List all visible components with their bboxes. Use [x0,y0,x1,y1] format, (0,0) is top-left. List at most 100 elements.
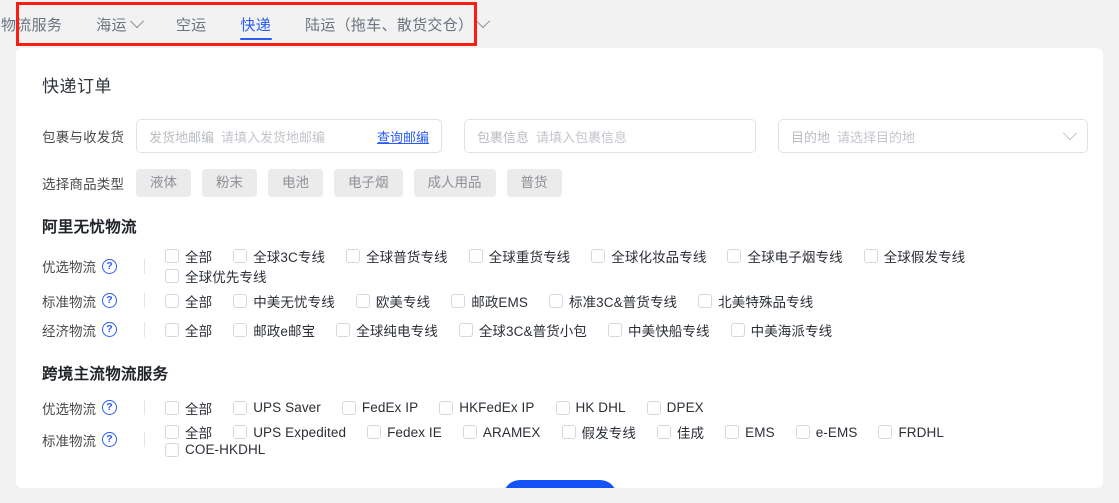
checkbox-box[interactable] [591,249,605,263]
checkbox-box[interactable] [165,269,179,283]
checkbox-option[interactable]: 全球假发专线 [864,246,966,266]
checkbox-label: ARAMEX [483,425,541,440]
checkbox-option[interactable]: 全球重货专线 [469,246,571,266]
checkbox-box[interactable] [165,443,179,457]
question-mark-icon[interactable]: ? [102,400,117,415]
checkbox-box[interactable] [165,323,179,337]
checkbox-option[interactable]: 全球优先专线 [165,266,267,286]
lookup-postcode-link[interactable]: 查询邮编 [377,127,429,146]
question-mark-icon[interactable]: ? [102,322,117,337]
checkbox-box[interactable] [796,425,810,439]
checkbox-option[interactable]: 邮政e邮宝 [233,320,315,340]
checkbox-option[interactable]: ARAMEX [463,425,541,440]
checkbox-box[interactable] [727,249,741,263]
checkbox-box[interactable] [367,425,381,439]
checkbox-box[interactable] [459,323,473,337]
checkbox-box[interactable] [556,401,570,415]
nav-tab-4[interactable]: 陆运（拖车、散货交仓） [288,0,505,48]
checkbox-box[interactable] [233,249,247,263]
checkbox-option[interactable]: 欧美专线 [356,291,430,311]
checkbox-option[interactable]: 邮政EMS [451,291,528,311]
checkbox-option[interactable]: 全球3C&普货小包 [459,320,587,340]
checkbox-box[interactable] [608,323,622,337]
checkbox-option[interactable]: HK DHL [556,400,626,415]
goods-type-chip[interactable]: 普货 [507,169,562,197]
checkbox-box[interactable] [731,323,745,337]
checkbox-option[interactable]: FedEx IP [342,400,418,415]
checkbox-option[interactable]: 北美特殊品专线 [698,291,813,311]
checkbox-box[interactable] [233,401,247,415]
checkbox-option[interactable]: FRDHL [878,425,944,440]
checkbox-box[interactable] [165,401,179,415]
checkbox-option[interactable]: 佳成 [657,422,704,442]
checkbox-option[interactable]: 全部 [165,246,212,266]
checkbox-option[interactable]: UPS Expedited [233,425,346,440]
checkbox-box[interactable] [165,249,179,263]
checkbox-option[interactable]: e-EMS [796,425,858,440]
checkbox-option[interactable]: Fedex IE [367,425,442,440]
checkbox-box[interactable] [346,249,360,263]
checkbox-option[interactable]: EMS [725,425,775,440]
checkbox-option[interactable]: DPEX [647,400,704,415]
nav-tab-3[interactable]: 快递 [223,0,288,48]
checkbox-option[interactable]: 全球纯电专线 [336,320,438,340]
checkbox-option[interactable]: 全球3C专线 [233,246,325,266]
checkbox-option[interactable]: COE-HKDHL [165,442,265,457]
checkbox-option[interactable]: 全球电子烟专线 [727,246,842,266]
checkbox-box[interactable] [864,249,878,263]
nav-tab-1[interactable]: 海运 [79,0,159,48]
origin-postcode-field[interactable]: 发货地邮编 请填入发货地邮编 查询邮编 [136,119,442,153]
goods-type-chip[interactable]: 成人用品 [414,169,496,197]
checkbox-box[interactable] [725,425,739,439]
question-mark-icon[interactable]: ? [102,432,117,447]
checkbox-option[interactable]: 假发专线 [562,422,636,442]
checkbox-box[interactable] [463,425,477,439]
checkbox-option[interactable]: 全部 [165,398,212,418]
goods-type-chip[interactable]: 电子烟 [334,169,403,197]
checkbox-option[interactable]: 全部 [165,422,212,442]
freight-query-button[interactable]: 运价查询 [503,480,617,488]
checkbox-box[interactable] [165,294,179,308]
checkbox-box[interactable] [647,401,661,415]
checkbox-box[interactable] [451,294,465,308]
checkbox-box[interactable] [562,425,576,439]
checkbox-box[interactable] [439,401,453,415]
parcel-info-field[interactable]: 包裹信息 请填入包裹信息 [464,119,756,153]
checkbox-box[interactable] [336,323,350,337]
goods-type-chip[interactable]: 粉末 [202,169,257,197]
checkbox-box[interactable] [469,249,483,263]
checkbox-label: UPS Saver [253,400,321,415]
checkbox-option[interactable]: 标准3C&普货专线 [549,291,677,311]
checkbox-box[interactable] [233,425,247,439]
question-mark-icon[interactable]: ? [102,259,117,274]
checkbox-box[interactable] [233,323,247,337]
question-mark-icon[interactable]: ? [102,293,117,308]
nav-tab-2[interactable]: 空运 [159,0,224,48]
checkbox-option[interactable]: 中美无忧专线 [233,291,335,311]
checkbox-option[interactable]: 全部 [165,320,212,340]
checkbox-option[interactable]: 全部 [165,291,212,311]
goods-type-chip[interactable]: 液体 [136,169,191,197]
goods-type-chip[interactable]: 电池 [268,169,323,197]
checkbox-option[interactable]: UPS Saver [233,400,321,415]
checkbox-box[interactable] [878,425,892,439]
destination-select[interactable]: 目的地 请选择目的地 [778,119,1088,153]
checkbox-box[interactable] [233,294,247,308]
nav-tab-0[interactable]: 物流服务 [0,0,79,48]
checkbox-box[interactable] [342,401,356,415]
checkbox-box[interactable] [657,425,671,439]
checkbox-option[interactable]: 全球普货专线 [346,246,448,266]
checkbox-box[interactable] [698,294,712,308]
checkbox-option[interactable]: HKFedEx IP [439,400,534,415]
checkbox-option[interactable]: 全球化妆品专线 [591,246,706,266]
checkbox-box[interactable] [356,294,370,308]
checkbox-box[interactable] [165,425,179,439]
checkbox-option[interactable]: 中美海派专线 [731,320,833,340]
checkbox-option[interactable]: 中美快船专线 [608,320,710,340]
checkbox-group: 全部 UPS Saver FedEx IP HKFedEx IP HK DHL DPEX [165,398,725,418]
checkbox-label: 北美特殊品专线 [718,291,813,311]
checkbox-box[interactable] [549,294,563,308]
checkbox-label: 欧美专线 [376,291,430,311]
checkbox-label: 假发专线 [582,422,636,442]
option-row: 优选物流?全部UPS SaverFedEx IPHKFedEx IPHK DHL… [42,393,1077,422]
